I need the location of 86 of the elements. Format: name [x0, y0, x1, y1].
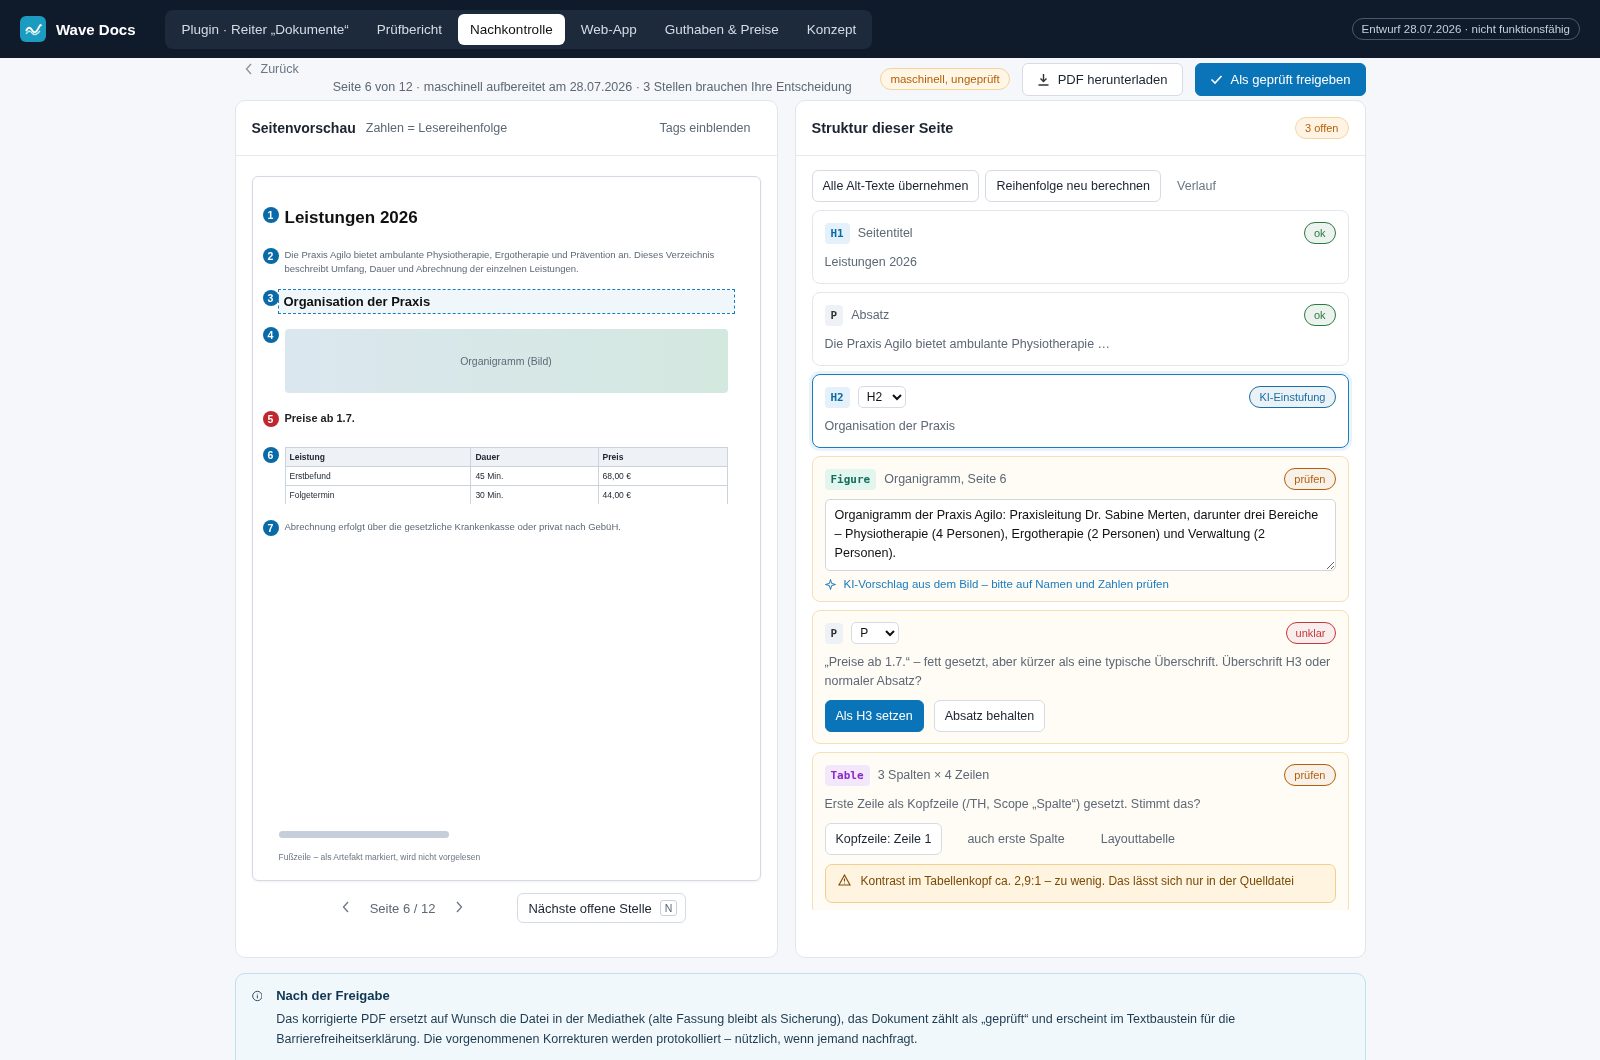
page-indicator: Seite 6 / 12 [369, 900, 436, 916]
table-cell: 30 Min. [470, 485, 599, 504]
table-cell: Folgetermin [285, 485, 471, 504]
tag-badge: H1 [824, 222, 850, 244]
order-number: 7 [262, 520, 279, 536]
tags-toggle[interactable]: Tags einblenden [649, 117, 761, 139]
table-header: Preis [598, 447, 727, 467]
order-number: 1 [262, 207, 279, 223]
panel-hint: Zahlen = Lesereihenfolge [365, 121, 508, 135]
panel-title: Struktur dieser Seite [811, 120, 954, 136]
tag-select[interactable]: H2 [857, 386, 906, 408]
order-number: 5 [262, 411, 279, 427]
figure-label: Organigramm (Bild) [460, 355, 552, 367]
nav-tab[interactable]: Plugin · Reiter „Dokumente“ [169, 13, 361, 45]
check-icon [1209, 73, 1223, 85]
table-cell: 44,00 € [598, 485, 727, 504]
order-number: 3 [262, 290, 279, 306]
shortcut-key: N [659, 900, 678, 916]
table-cell: Erstbefund [285, 466, 471, 486]
order-number: 4 [262, 327, 279, 343]
approve-button[interactable]: Als geprüft freigeben [1194, 62, 1366, 96]
page-heading: Leistungen 2026 [284, 208, 418, 228]
page-paragraph: Abrechnung erfolgt über die gesetzliche Krankenkasse oder privat nach GebüH. [284, 520, 621, 534]
status-badge: unklar [1285, 622, 1336, 644]
ai-hint: KI-Vorschlag aus dem Bild – bitte auf Namen und Zahlen prüfen [843, 578, 1169, 590]
bold-line: Preise ab 1.7. [284, 412, 355, 424]
page-subheading: Organisation der Praxis [278, 290, 734, 313]
tag-badge: Table [824, 764, 870, 786]
alt-text-field[interactable]: Organigramm der Praxis Agilo: Praxisleitung Dr. Sabine Merten, darunter drei Bereiche – Physiotherapie (4 Personen), Ergotherapie (2 Personen) und Verwaltung (2 Personen). [824, 499, 1336, 571]
status-badge: prüfen [1284, 764, 1336, 786]
header-option[interactable]: Layouttabelle [1089, 823, 1187, 855]
order-number: 2 [262, 248, 279, 264]
next-open-button[interactable]: Nächste offene Stelle N [517, 893, 687, 923]
info-icon [251, 988, 263, 1004]
nav-tab[interactable]: Nachkontrolle [458, 13, 565, 45]
page-subtitle: Seite 6 von 12 · maschinell aufbereitet am 28.07.2026 · 3 Stellen brauchen Ihre Entscheidung [332, 80, 852, 94]
info-text: Das korrigierte PDF ersetzt auf Wunsch die Datei in der Mediathek (alte Fassung bleibt als Sicherung), das Dokument zählt als „geprüft“ und erscheint im Textbaustein für die Barrierefreiheitserklärung. Die vorgenommenen Korrekturen werden protokolliert – nützlich, wenn jemand nachfragt. [276, 1012, 1236, 1046]
toolbar-button[interactable]: Reihenfolge neu berechnen [985, 170, 1162, 202]
status-badge: prüfen [1284, 468, 1336, 490]
tag-badge: P [824, 304, 844, 326]
nav-tab[interactable]: Konzept [794, 13, 869, 45]
panel-title: Seitenvorschau [251, 120, 356, 136]
element-text: Leistungen 2026 [824, 254, 918, 271]
chevron-left-icon [244, 63, 253, 75]
nav-tab[interactable]: Web-App [568, 13, 649, 45]
element-text: „Preise ab 1.7.“ – fett gesetzt, aber kürzer als eine typische Überschrift. Überschrift H3 oder normaler Absatz? [824, 654, 1332, 690]
app-name: Wave Docs [56, 20, 136, 38]
tag-select[interactable]: P [851, 622, 900, 644]
element-label: Absatz [851, 308, 890, 322]
element-text: Die Praxis Agilo bietet ambulante Physiotherapie … [824, 336, 1112, 353]
status-badge: KI-Einstufung [1249, 386, 1336, 408]
element-label: Organigramm, Seite 6 [884, 472, 1007, 486]
info-title: Nach der Freigabe [276, 988, 391, 1003]
history-link[interactable]: Verlauf [1167, 171, 1226, 201]
set-h3-button[interactable]: Als H3 setzen [824, 700, 924, 732]
status-badge: ok [1303, 304, 1336, 326]
open-count-badge: 3 offen [1295, 117, 1349, 139]
table-header: Leistung [285, 447, 471, 467]
back-link[interactable]: Zurück [244, 62, 299, 76]
warning-icon [837, 874, 851, 886]
sparkle-icon [824, 578, 836, 590]
contrast-warning: Kontrast im Tabellenkopf ca. 2,9:1 – zu wenig. Das lässt sich nur in der Quelldatei [860, 874, 1294, 888]
status-badge: ok [1303, 222, 1336, 244]
logo-icon [20, 16, 46, 42]
tag-badge: P [824, 622, 844, 644]
tag-badge: H2 [824, 386, 850, 408]
chevron-left-icon [341, 900, 350, 913]
chevron-right-icon [455, 900, 464, 913]
element-label: 3 Spalten × 4 Zeilen [877, 768, 990, 782]
nav-tab[interactable]: Prüfbericht [364, 13, 455, 45]
tag-badge: Figure [824, 468, 877, 490]
status-badge: maschinell, ungeprüft [880, 68, 1010, 90]
element-label: Seitentitel [857, 226, 913, 240]
header-option[interactable]: auch erste Spalte [956, 823, 1076, 855]
keep-paragraph-button[interactable]: Absatz behalten [933, 700, 1046, 732]
page-paragraph: Die Praxis Agilo bietet ambulante Physiotherapie, Ergotherapie und Prävention an. Dieses Verzeichnis beschreibt Umfang, Dauer und Abrechnung der einzelnen Leistungen. [284, 248, 716, 276]
download-icon [1036, 72, 1050, 86]
table-header: Dauer [470, 447, 599, 467]
order-number: 6 [262, 447, 279, 463]
element-text: Organisation der Praxis [824, 418, 957, 435]
footer-note: Fußzeile – als Artefakt markiert, wird nicht vorgelesen [278, 852, 481, 862]
element-text: Erste Zeile als Kopfzeile (/TH, Scope „Spalte“) gesetzt. Stimmt das? [824, 796, 1202, 813]
nav-tab[interactable]: Guthaben & Preise [652, 13, 791, 45]
header-option[interactable]: Kopfzeile: Zeile 1 [824, 823, 943, 855]
toolbar-button[interactable]: Alle Alt-Texte übernehmen [811, 170, 980, 202]
download-button[interactable]: PDF herunterladen [1021, 62, 1183, 96]
